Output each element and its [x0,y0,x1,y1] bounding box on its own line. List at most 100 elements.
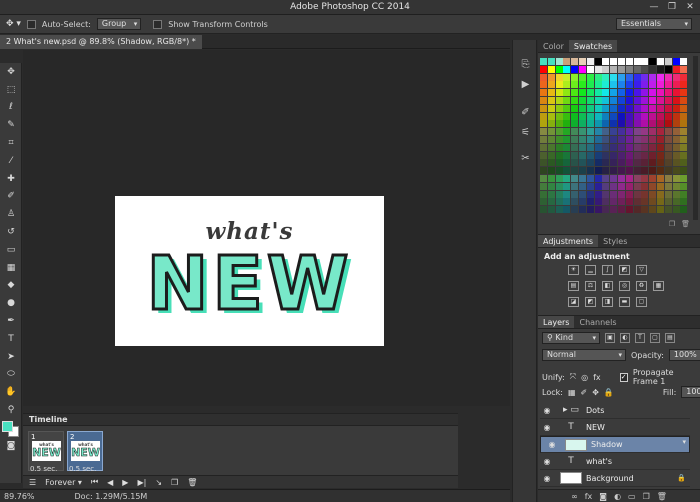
swatch-cell[interactable] [610,206,618,214]
eyedropper-icon[interactable]: ⁄ [0,152,22,170]
swatch-cell[interactable] [563,73,571,81]
swatch-cell[interactable] [547,206,555,214]
swatch-cell[interactable] [641,151,649,159]
swatch-cell[interactable] [555,97,563,104]
swatch-cell[interactable] [610,104,618,112]
swatches-scrollbar[interactable] [693,56,698,220]
swatch-cell[interactable] [610,198,618,206]
swatch-cell[interactable] [594,97,602,104]
swatch-cell[interactable] [540,112,547,120]
tab-layers[interactable]: Layers [538,316,575,328]
delete-frame-icon[interactable]: 🗑 [187,478,197,487]
swatch-cell[interactable] [540,143,547,151]
swatch-cell[interactable] [680,120,688,128]
swatch-cell[interactable] [625,190,633,198]
brightness-icon[interactable]: ☀ [568,265,579,275]
swatch-cell[interactable] [649,112,657,120]
swatch-cell[interactable] [586,206,594,214]
swatch-cell[interactable] [680,182,688,190]
swatch-cell[interactable] [649,206,657,214]
swatch-cell[interactable] [657,73,664,81]
swatch-cell[interactable] [672,190,680,198]
swatch-cell[interactable] [664,198,672,206]
swatch-cell[interactable] [571,159,579,167]
swatch-cell[interactable] [649,120,657,128]
swatch-cell[interactable] [547,73,555,81]
swatch-cell[interactable] [633,97,641,104]
swatch-cell[interactable] [594,167,602,175]
swatch-cell[interactable] [649,143,657,151]
swatch-cell[interactable] [563,206,571,214]
swatch-cell[interactable] [579,97,586,104]
transform-controls-checkbox[interactable] [153,19,163,29]
swatch-cell[interactable] [633,65,641,73]
swatch-cell[interactable] [664,190,672,198]
swatch-cell[interactable] [618,175,625,182]
swatch-cell[interactable] [657,190,664,198]
gradient-map-icon[interactable]: ▬ [619,297,630,307]
swatch-cell[interactable] [625,198,633,206]
swatch-cell[interactable] [610,167,618,175]
swatch-cell[interactable] [610,175,618,182]
swatch-cell[interactable] [563,128,571,136]
quick-mask-icon[interactable]: ◙ [0,437,22,455]
swatch-cell[interactable] [657,120,664,128]
swatch-cell[interactable] [672,136,680,143]
link-layers-icon[interactable]: ∞ [571,492,578,501]
swatch-cell[interactable] [625,143,633,151]
swatch-cell[interactable] [664,97,672,104]
swatch-cell[interactable] [586,198,594,206]
swatch-cell[interactable] [641,167,649,175]
swatch-cell[interactable] [672,58,680,65]
layer-row-whats[interactable]: ◉ T what's [540,453,690,470]
swatch-cell[interactable] [563,65,571,73]
swatch-cell[interactable] [563,120,571,128]
dodge-icon[interactable]: ● [0,294,22,312]
swatch-cell[interactable] [540,120,547,128]
swatch-cell[interactable] [586,190,594,198]
swatch-cell[interactable] [680,73,688,81]
swatch-cell[interactable] [618,112,625,120]
posterize-icon[interactable]: ◩ [585,297,596,307]
swatch-cell[interactable] [610,89,618,97]
zoom-icon[interactable]: ⚲ [0,401,22,419]
swatch-cell[interactable] [641,104,649,112]
swatch-cell[interactable] [555,65,563,73]
swatch-cell[interactable] [571,206,579,214]
swatch-cell[interactable] [540,128,547,136]
swatch-cell[interactable] [610,190,618,198]
swatch-cell[interactable] [594,112,602,120]
crop-icon[interactable]: ⌗ [0,134,22,152]
swatch-cell[interactable] [594,182,602,190]
swatch-cell[interactable] [579,112,586,120]
swatch-cell[interactable] [649,65,657,73]
swatch-cell[interactable] [594,58,602,65]
fill-field[interactable]: 100% [681,386,700,398]
swatch-cell[interactable] [672,81,680,89]
swatch-cell[interactable] [594,81,602,89]
swatch-cell[interactable] [633,167,641,175]
swatch-cell[interactable] [641,143,649,151]
swatch-cell[interactable] [579,128,586,136]
swatch-cell[interactable] [563,190,571,198]
swatch-cell[interactable] [680,58,688,65]
swatch-cell[interactable] [602,136,610,143]
swatch-cell[interactable] [602,120,610,128]
swatch-cell[interactable] [602,73,610,81]
swatch-cell[interactable] [571,198,579,206]
shape-icon[interactable]: ⬭ [0,366,22,384]
next-frame-icon[interactable]: ▶| [137,478,146,487]
swatch-cell[interactable] [602,175,610,182]
swatch-cell[interactable] [555,112,563,120]
swatch-cell[interactable] [618,182,625,190]
swatch-cell[interactable] [563,97,571,104]
swatch-cell[interactable] [625,104,633,112]
swatch-cell[interactable] [586,112,594,120]
swatch-cell[interactable] [586,151,594,159]
swatch-cell[interactable] [579,151,586,159]
add-mask-icon[interactable]: ◙ [599,492,607,501]
swatch-cell[interactable] [625,206,633,214]
swatch-cell[interactable] [594,159,602,167]
swatch-cell[interactable] [641,65,649,73]
color-swatches[interactable] [0,419,22,437]
